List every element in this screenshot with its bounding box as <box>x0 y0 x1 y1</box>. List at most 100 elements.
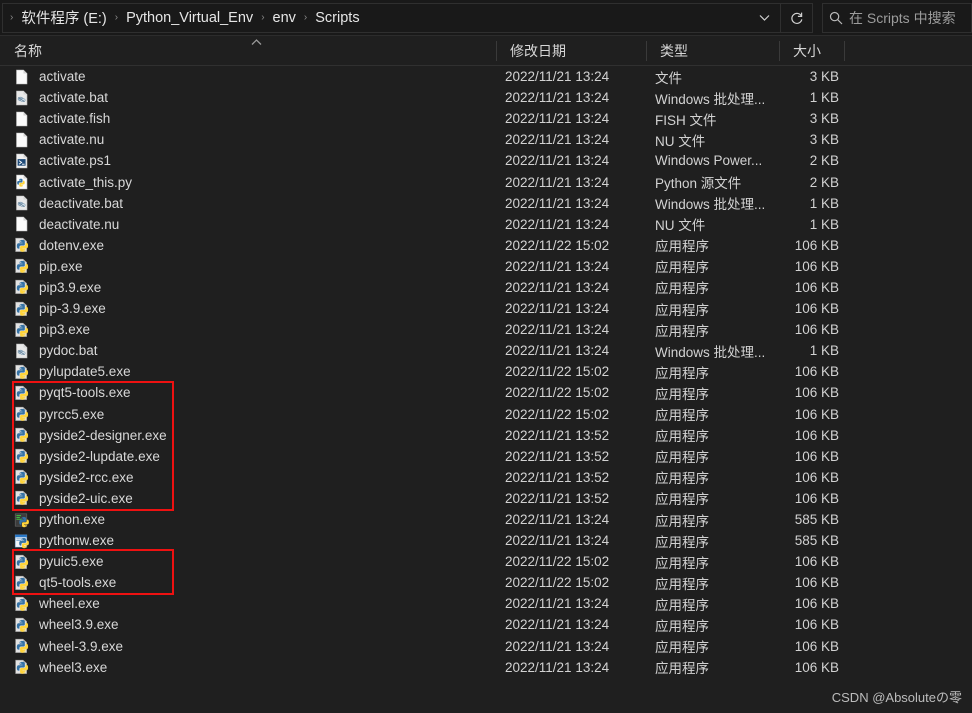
file-row[interactable]: wheel-3.9.exe2022/11/21 13:24应用程序106 KB <box>0 636 972 657</box>
file-size-cell: 585 KB <box>779 533 844 548</box>
file-name-cell[interactable]: qt5-tools.exe <box>14 575 496 591</box>
file-row[interactable]: wheel3.exe2022/11/21 13:24应用程序106 KB <box>0 657 972 678</box>
file-date-cell: 2022/11/21 13:24 <box>496 596 646 611</box>
file-name-label: wheel3.9.exe <box>39 617 119 632</box>
file-name-cell[interactable]: dotenv.exe <box>14 237 496 253</box>
file-row[interactable]: deactivate.nu2022/11/21 13:24NU 文件1 KB <box>0 214 972 235</box>
file-row[interactable]: wheel.exe2022/11/21 13:24应用程序106 KB <box>0 593 972 614</box>
file-name-cell[interactable]: wheel3.exe <box>14 659 496 675</box>
file-date-cell: 2022/11/21 13:24 <box>496 533 646 548</box>
file-row[interactable]: pyside2-designer.exe2022/11/21 13:52应用程序… <box>0 425 972 446</box>
file-row[interactable]: qt5-tools.exe2022/11/22 15:02应用程序106 KB <box>0 572 972 593</box>
file-row[interactable]: pyside2-uic.exe2022/11/21 13:52应用程序106 K… <box>0 488 972 509</box>
file-row[interactable]: pyrcc5.exe2022/11/22 15:02应用程序106 KB <box>0 404 972 425</box>
file-name-cell[interactable]: wheel-3.9.exe <box>14 638 496 654</box>
file-name-cell[interactable]: pylupdate5.exe <box>14 364 496 380</box>
file-row[interactable]: activate.ps12022/11/21 13:24Windows Powe… <box>0 150 972 171</box>
file-name-cell[interactable]: activate.nu <box>14 132 496 148</box>
breadcrumb-item-0[interactable]: 软件程序 (E:) <box>18 5 109 30</box>
file-row[interactable]: activate_this.py2022/11/21 13:24Python 源… <box>0 171 972 192</box>
file-name-cell[interactable]: pip3.exe <box>14 322 496 338</box>
file-row[interactable]: python.exe2022/11/21 13:24应用程序585 KB <box>0 509 972 530</box>
file-name-cell[interactable]: pyside2-designer.exe <box>14 427 496 443</box>
python-exe-icon <box>14 575 30 591</box>
file-name-cell[interactable]: deactivate.bat <box>14 195 496 211</box>
file-row[interactable]: pip3.exe2022/11/21 13:24应用程序106 KB <box>0 319 972 340</box>
file-row[interactable]: activate.fish2022/11/21 13:24FISH 文件3 KB <box>0 108 972 129</box>
file-row[interactable]: pyside2-rcc.exe2022/11/21 13:52应用程序106 K… <box>0 467 972 488</box>
refresh-button[interactable] <box>781 3 813 33</box>
bat-file-icon <box>14 195 30 211</box>
column-header-size[interactable]: 大小 <box>779 36 844 66</box>
file-row[interactable]: activate.bat2022/11/21 13:24Windows 批处理.… <box>0 87 972 108</box>
file-name-cell[interactable]: pyside2-uic.exe <box>14 490 496 506</box>
file-type-cell: 应用程序 <box>646 615 779 635</box>
file-date-cell: 2022/11/22 15:02 <box>496 407 646 422</box>
file-name-cell[interactable]: pyqt5-tools.exe <box>14 385 496 401</box>
file-name-cell[interactable]: pyside2-lupdate.exe <box>14 448 496 464</box>
file-name-cell[interactable]: pydoc.bat <box>14 343 496 359</box>
file-date-cell: 2022/11/21 13:24 <box>496 322 646 337</box>
file-name-cell[interactable]: activate.bat <box>14 90 496 106</box>
breadcrumb-item-1[interactable]: Python_Virtual_Env <box>123 8 256 28</box>
file-date-cell: 2022/11/21 13:24 <box>496 617 646 632</box>
sort-ascending-icon <box>250 38 263 49</box>
column-header-name[interactable]: 名称 <box>0 36 496 66</box>
file-row[interactable]: activate.nu2022/11/21 13:24NU 文件3 KB <box>0 129 972 150</box>
file-name-label: activate.bat <box>39 90 108 105</box>
file-row[interactable]: deactivate.bat2022/11/21 13:24Windows 批处… <box>0 193 972 214</box>
ps1-file-icon <box>14 153 30 169</box>
file-name-label: pip.exe <box>39 259 83 274</box>
file-row[interactable]: pyuic5.exe2022/11/22 15:02应用程序106 KB <box>0 551 972 572</box>
search-box[interactable]: 在 Scripts 中搜索 <box>822 3 972 33</box>
file-name-cell[interactable]: pip3.9.exe <box>14 279 496 295</box>
column-header-type[interactable]: 类型 <box>646 36 779 66</box>
column-header-type-label: 类型 <box>660 41 688 61</box>
file-name-cell[interactable]: pyrcc5.exe <box>14 406 496 422</box>
file-name-cell[interactable]: pip-3.9.exe <box>14 301 496 317</box>
file-name-cell[interactable]: pyside2-rcc.exe <box>14 469 496 485</box>
file-name-cell[interactable]: activate_this.py <box>14 174 496 190</box>
file-name-label: pythonw.exe <box>39 533 114 548</box>
file-size-cell: 106 KB <box>779 596 844 611</box>
chevron-down-icon <box>759 14 770 22</box>
file-date-cell: 2022/11/21 13:24 <box>496 217 646 232</box>
file-row[interactable]: pip.exe2022/11/21 13:24应用程序106 KB <box>0 256 972 277</box>
file-size-cell: 106 KB <box>779 259 844 274</box>
file-list[interactable]: activate2022/11/21 13:24文件3 KBactivate.b… <box>0 66 972 678</box>
file-type-cell: 应用程序 <box>646 256 779 276</box>
file-date-cell: 2022/11/21 13:52 <box>496 428 646 443</box>
file-name-cell[interactable]: wheel3.9.exe <box>14 617 496 633</box>
file-type-cell: Windows 批处理... <box>646 88 779 108</box>
file-name-cell[interactable]: activate.fish <box>14 111 496 127</box>
address-bar: ›软件程序 (E:)›Python_Virtual_Env›env›Script… <box>0 0 972 36</box>
file-name-cell[interactable]: pip.exe <box>14 258 496 274</box>
file-row[interactable]: activate2022/11/21 13:24文件3 KB <box>0 66 972 87</box>
file-row[interactable]: pip3.9.exe2022/11/21 13:24应用程序106 KB <box>0 277 972 298</box>
file-date-cell: 2022/11/22 15:02 <box>496 385 646 400</box>
file-row[interactable]: dotenv.exe2022/11/22 15:02应用程序106 KB <box>0 235 972 256</box>
breadcrumb-item-3[interactable]: Scripts <box>312 8 362 28</box>
file-name-cell[interactable]: pythonw.exe <box>14 533 496 549</box>
file-name-cell[interactable]: deactivate.nu <box>14 216 496 232</box>
file-row[interactable]: pip-3.9.exe2022/11/21 13:24应用程序106 KB <box>0 298 972 319</box>
breadcrumb-item-2[interactable]: env <box>270 8 299 28</box>
file-name-cell[interactable]: python.exe <box>14 512 496 528</box>
search-input[interactable]: 在 Scripts 中搜索 <box>849 8 956 28</box>
file-name-cell[interactable]: pyuic5.exe <box>14 554 496 570</box>
file-row[interactable]: pylupdate5.exe2022/11/22 15:02应用程序106 KB <box>0 361 972 382</box>
file-name-cell[interactable]: activate.ps1 <box>14 153 496 169</box>
file-name-cell[interactable]: activate <box>14 69 496 85</box>
file-row[interactable]: pyqt5-tools.exe2022/11/22 15:02应用程序106 K… <box>0 382 972 403</box>
file-type-cell: 应用程序 <box>646 552 779 572</box>
breadcrumb[interactable]: ›软件程序 (E:)›Python_Virtual_Env›env›Script… <box>2 3 749 33</box>
file-name-label: pip-3.9.exe <box>39 301 106 316</box>
file-name-cell[interactable]: wheel.exe <box>14 596 496 612</box>
file-row[interactable]: pydoc.bat2022/11/21 13:24Windows 批处理...1… <box>0 340 972 361</box>
column-header-date[interactable]: 修改日期 <box>496 36 646 66</box>
file-row[interactable]: wheel3.9.exe2022/11/21 13:24应用程序106 KB <box>0 614 972 635</box>
file-row[interactable]: pyside2-lupdate.exe2022/11/21 13:52应用程序1… <box>0 446 972 467</box>
address-dropdown-button[interactable] <box>749 3 781 33</box>
file-row[interactable]: pythonw.exe2022/11/21 13:24应用程序585 KB <box>0 530 972 551</box>
file-date-cell: 2022/11/21 13:24 <box>496 132 646 147</box>
